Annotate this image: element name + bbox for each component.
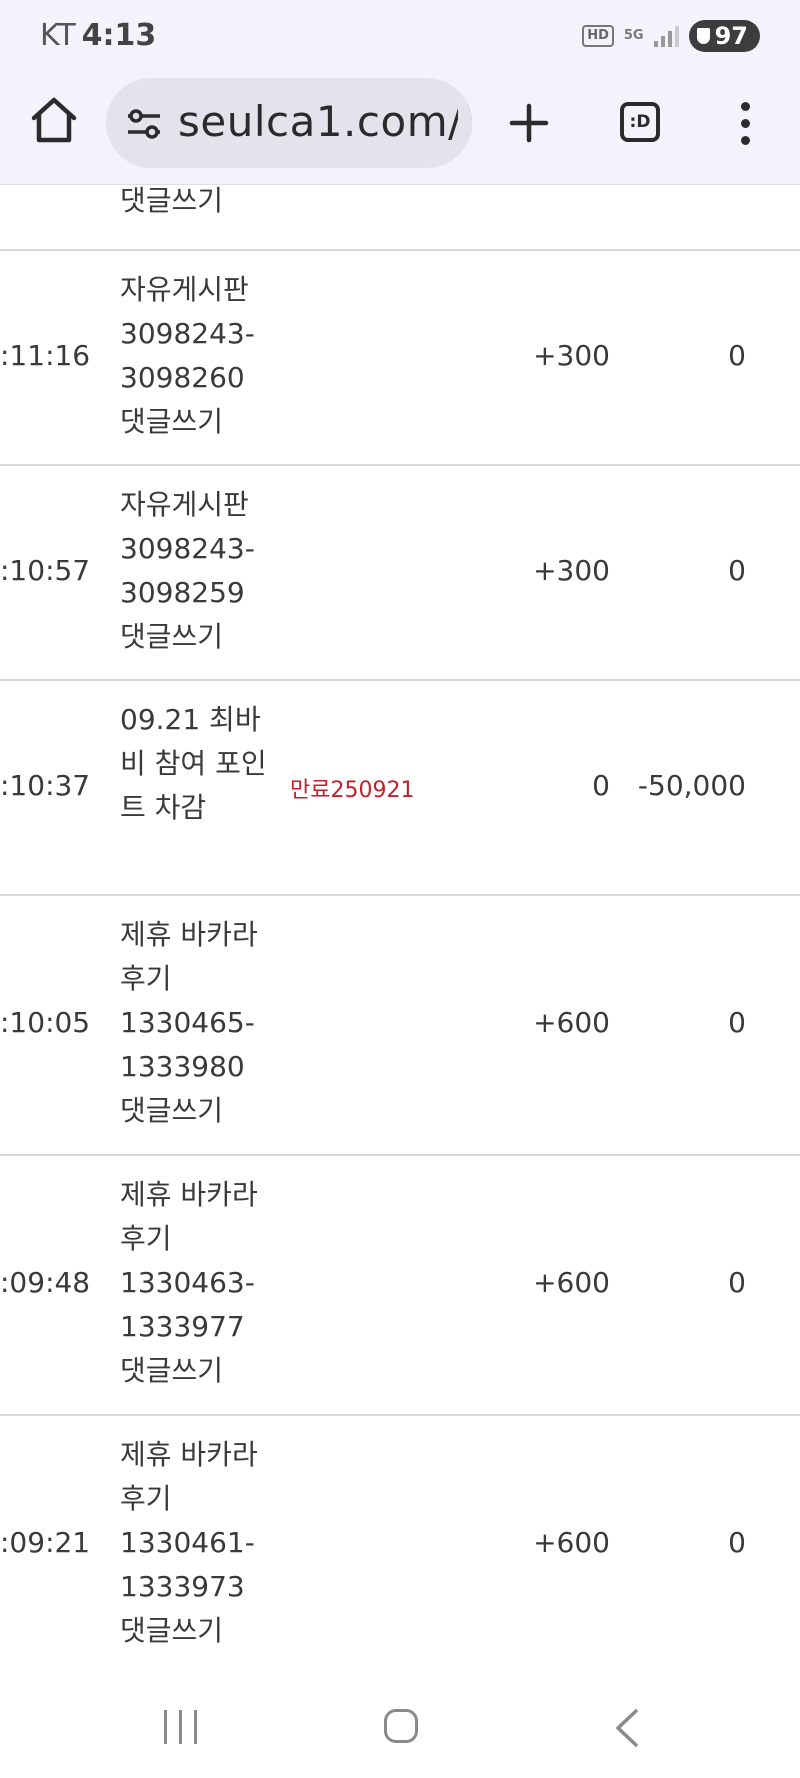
plus-icon[interactable] [504, 98, 554, 148]
row-description: 자유게시판 3098243-3098260 댓글쓰기 [120, 273, 255, 438]
row-description: 제휴 바카라후기 1330463-1333977 댓글쓰기 [120, 1178, 258, 1387]
row-amount: 0 [592, 769, 610, 802]
address-bar[interactable]: seulca1.com/b [106, 78, 472, 168]
expiry-note: 만료250921 [290, 778, 415, 803]
url-text: seulca1.com/b [178, 97, 472, 146]
hd-voice-icon: HD [582, 25, 614, 47]
home-icon[interactable] [28, 94, 80, 146]
row-description: 09.21 최바비 참여 포인트 차감 [120, 703, 267, 824]
row-balance: 0 [728, 1006, 746, 1039]
row-time: :09:48 [0, 1266, 91, 1299]
url-fade [458, 78, 472, 168]
row-description: 제휴 바카라후기 1330461-1333973 댓글쓰기 [120, 1438, 258, 1647]
network-5g-icon: 5G [623, 28, 644, 43]
point-history-table: 댓글쓰기 :11:16 자유게시판 3098243-3098260 댓글쓰기 +… [0, 185, 800, 1680]
battery-indicator: 97 [688, 20, 760, 52]
row-amount: +300 [533, 554, 610, 587]
back-icon[interactable] [612, 1708, 642, 1748]
row-amount: +600 [533, 1266, 610, 1299]
status-bar: KT 4:13 HD 5G 97 [0, 0, 800, 72]
row-description: 제휴 바카라후기 1330465-1333980 댓글쓰기 [120, 918, 258, 1127]
row-time: :09:21 [0, 1526, 91, 1559]
status-icons: HD 5G 97 [582, 20, 760, 52]
shield-icon [696, 28, 710, 44]
row-balance: -50,000 [637, 769, 746, 802]
table-row: :10:05 제휴 바카라후기 1330465-1333980 댓글쓰기 +60… [0, 896, 800, 1156]
browser-toolbar: seulca1.com/b :D [0, 72, 800, 185]
signal-icon [653, 25, 679, 47]
row-amount: +600 [533, 1526, 610, 1559]
row-time: :10:05 [0, 1006, 91, 1039]
more-vert-icon[interactable] [734, 102, 758, 146]
row-amount: +300 [533, 339, 610, 372]
table-row: :09:21 제휴 바카라후기 1330461-1333973 댓글쓰기 +60… [0, 1416, 800, 1680]
row-balance: 0 [728, 339, 746, 372]
table-row: :10:57 자유게시판 3098243-3098259 댓글쓰기 +300 0 [0, 466, 800, 681]
row-balance: 0 [728, 1266, 746, 1299]
row-time: :10:37 [0, 769, 91, 802]
row-description: 자유게시판 3098243-3098259 댓글쓰기 [120, 488, 255, 653]
tab-switcher-icon[interactable]: :D [620, 102, 660, 142]
carrier-and-clock: KT 4:13 [40, 18, 156, 53]
table-row: 댓글쓰기 [0, 185, 800, 251]
row-description: 댓글쓰기 [120, 185, 224, 217]
clock: 4:13 [81, 18, 157, 53]
table-row: :11:16 자유게시판 3098243-3098260 댓글쓰기 +300 0 [0, 251, 800, 466]
tab-switcher-label: :D [629, 112, 651, 132]
tune-icon[interactable] [126, 108, 162, 140]
row-amount: +600 [533, 1006, 610, 1039]
table-row: :09:48 제휴 바카라후기 1330463-1333977 댓글쓰기 +60… [0, 1156, 800, 1416]
row-balance: 0 [728, 1526, 746, 1559]
carrier-label: KT [40, 18, 76, 53]
table-row: :10:37 09.21 최바비 참여 포인트 차감 만료250921 0 -5… [0, 681, 800, 896]
recents-icon[interactable] [164, 1710, 198, 1746]
row-balance: 0 [728, 554, 746, 587]
row-time: :11:16 [0, 339, 91, 372]
system-nav-bar [0, 1680, 800, 1778]
nav-home-icon[interactable] [384, 1709, 418, 1743]
row-time: :10:57 [0, 554, 91, 587]
battery-level: 97 [714, 22, 748, 50]
